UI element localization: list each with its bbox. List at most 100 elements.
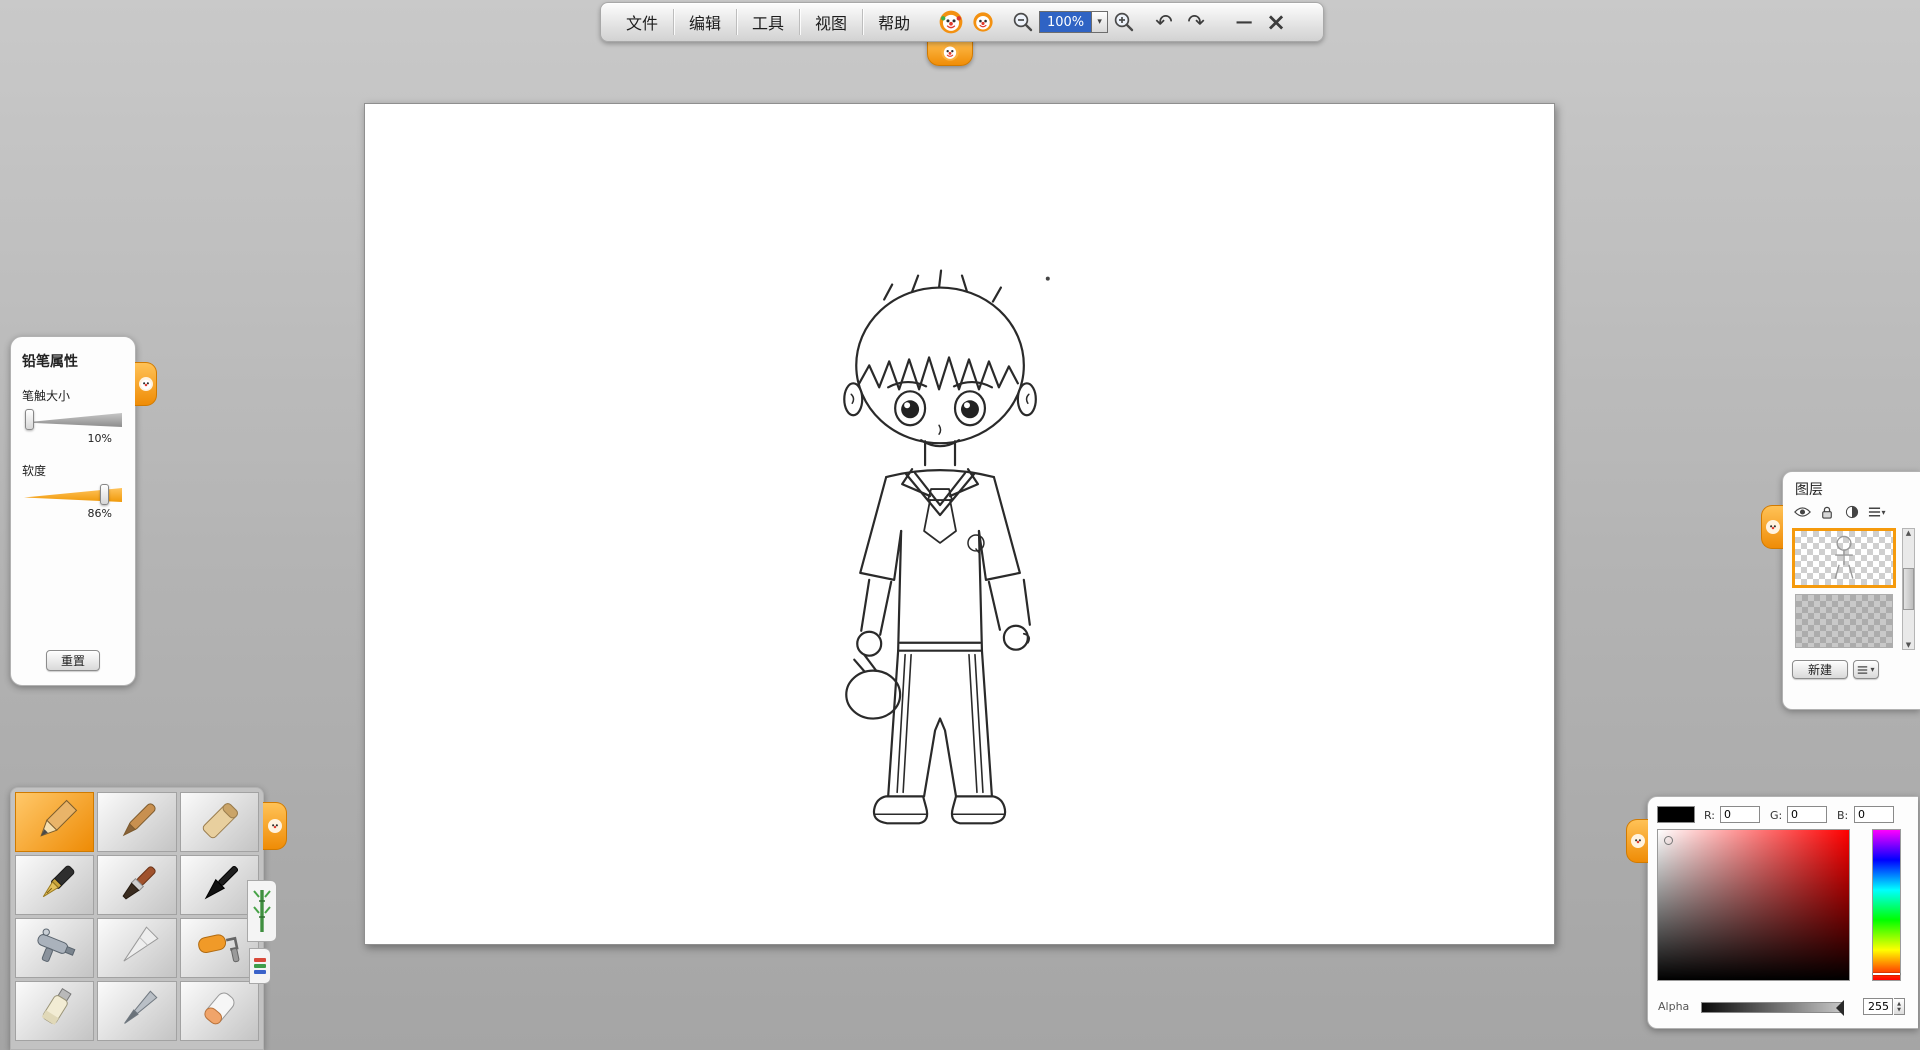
tool-wood-stick[interactable] xyxy=(97,792,176,852)
reset-button[interactable]: 重置 xyxy=(46,650,100,671)
menu-file[interactable]: 文件 xyxy=(611,3,673,41)
undo-icon: ↶ xyxy=(1155,12,1173,33)
zoom-out-icon xyxy=(1012,11,1034,33)
red-input[interactable] xyxy=(1720,806,1760,823)
layer-opacity-button[interactable] xyxy=(1843,504,1861,520)
red-label: R: xyxy=(1704,809,1715,822)
minimize-button[interactable]: — xyxy=(1230,7,1258,37)
layer-thumbnail-active[interactable] xyxy=(1792,528,1896,588)
scroll-up-icon[interactable]: ▲ xyxy=(1906,529,1911,537)
tool-pencil[interactable] xyxy=(15,792,94,852)
softness-handle[interactable] xyxy=(100,484,109,505)
color-panel-tab[interactable] xyxy=(1626,819,1648,863)
pencil-icon xyxy=(26,797,84,847)
color-set-tab[interactable] xyxy=(249,948,271,984)
layer-menu-button[interactable]: ▾ xyxy=(1868,504,1886,520)
clown-button-2[interactable] xyxy=(969,7,997,37)
alpha-input[interactable] xyxy=(1863,998,1893,1015)
layer-thumbnail-2[interactable] xyxy=(1795,594,1893,648)
menu-edit[interactable]: 编辑 xyxy=(674,3,736,41)
palette-tab[interactable] xyxy=(263,802,287,850)
toolbar-handle-tab[interactable] xyxy=(927,38,973,66)
clown-icon xyxy=(938,9,964,35)
chalk-icon xyxy=(190,797,248,847)
softness-slider[interactable] xyxy=(22,486,124,504)
brush-size-slider[interactable] xyxy=(22,411,124,429)
close-icon: × xyxy=(1266,10,1286,34)
blue-input[interactable] xyxy=(1854,806,1894,823)
tool-airbrush[interactable] xyxy=(15,918,94,978)
tool-paint-tube[interactable] xyxy=(15,981,94,1041)
new-layer-options-button[interactable]: ▾ xyxy=(1853,660,1879,679)
alpha-slider[interactable] xyxy=(1701,1002,1844,1013)
sv-cursor[interactable] xyxy=(1664,836,1673,845)
paintbrush-icon xyxy=(108,860,166,910)
tool-paper-stump[interactable] xyxy=(97,918,176,978)
layer-visibility-button[interactable] xyxy=(1793,504,1811,520)
current-color-swatch[interactable] xyxy=(1657,806,1695,823)
tool-eraser[interactable] xyxy=(180,981,259,1041)
menu-view[interactable]: 视图 xyxy=(800,3,862,41)
pencil-panel-tab[interactable] xyxy=(135,362,157,406)
list-icon xyxy=(1857,665,1868,675)
bamboo-icon xyxy=(253,887,271,935)
chevron-down-icon: ▾ xyxy=(1881,508,1885,517)
redo-icon: ↷ xyxy=(1187,12,1205,33)
tool-chalk[interactable] xyxy=(180,792,259,852)
brush-size-value: 10% xyxy=(22,432,124,445)
clown-icon xyxy=(138,376,154,392)
green-input[interactable] xyxy=(1787,806,1827,823)
close-button[interactable]: × xyxy=(1262,7,1290,37)
green-bar-icon xyxy=(254,964,266,968)
color-picker-panel: R: G: B: Alpha ▲ ▼ xyxy=(1647,796,1918,1029)
zoom-out-button[interactable] xyxy=(1009,7,1037,37)
pencil-properties-panel: 铅笔属性 笔触大小 10% 软度 86% 重置 xyxy=(10,336,136,686)
brush-tool-palette xyxy=(10,787,264,1050)
hue-slider[interactable] xyxy=(1872,829,1901,981)
tool-paintbrush[interactable] xyxy=(97,855,176,915)
alpha-label: Alpha xyxy=(1658,1000,1689,1013)
chevron-down-icon: ▾ xyxy=(1870,665,1874,674)
menu-tools[interactable]: 工具 xyxy=(737,3,799,41)
menu-help[interactable]: 帮助 xyxy=(863,3,925,41)
bamboo-brush-tab[interactable] xyxy=(247,880,277,942)
airbrush-icon xyxy=(26,923,84,973)
metal-stylus-icon xyxy=(108,986,166,1036)
softness-label: 软度 xyxy=(22,462,124,479)
green-label: G: xyxy=(1770,809,1782,822)
hue-marker[interactable] xyxy=(1873,973,1900,975)
redo-button[interactable]: ↷ xyxy=(1182,7,1210,37)
scrollbar-thumb[interactable] xyxy=(1903,568,1914,610)
tool-metal-stylus[interactable] xyxy=(97,981,176,1041)
tool-fountain-pen[interactable] xyxy=(15,855,94,915)
layers-panel-title: 图层 xyxy=(1795,479,1823,499)
blue-bar-icon xyxy=(254,970,266,974)
layer-sketch-preview xyxy=(1795,531,1893,585)
clown-icon xyxy=(267,818,283,834)
paint-roller-icon xyxy=(190,923,248,973)
new-layer-button[interactable]: 新建 xyxy=(1792,660,1848,679)
layers-panel-tab[interactable] xyxy=(1761,505,1783,549)
ink-brush-icon xyxy=(190,860,248,910)
undo-button[interactable]: ↶ xyxy=(1150,7,1178,37)
eraser-icon xyxy=(190,986,248,1036)
alpha-spinner[interactable]: ▲ ▼ xyxy=(1894,998,1905,1015)
contrast-icon xyxy=(1845,505,1859,519)
drawing-canvas[interactable] xyxy=(364,103,1555,945)
clown-icon xyxy=(1765,519,1781,535)
layers-scrollbar[interactable]: ▲ ▼ xyxy=(1902,528,1915,650)
zoom-dropdown-button[interactable]: ▾ xyxy=(1091,11,1108,33)
saturation-value-picker[interactable] xyxy=(1657,829,1850,981)
spinner-down-icon[interactable]: ▼ xyxy=(1897,1007,1901,1013)
clown-button-1[interactable] xyxy=(937,7,965,37)
brush-size-track xyxy=(24,413,122,427)
scroll-down-icon[interactable]: ▼ xyxy=(1906,641,1911,649)
clown-icon xyxy=(940,42,960,62)
layer-lock-button[interactable] xyxy=(1818,504,1836,520)
blue-label: B: xyxy=(1837,809,1848,822)
alpha-pointer[interactable] xyxy=(1836,1000,1844,1016)
brush-size-handle[interactable] xyxy=(25,409,34,430)
red-bar-icon xyxy=(254,958,266,962)
zoom-in-button[interactable] xyxy=(1110,7,1138,37)
zoom-input[interactable] xyxy=(1039,11,1091,33)
